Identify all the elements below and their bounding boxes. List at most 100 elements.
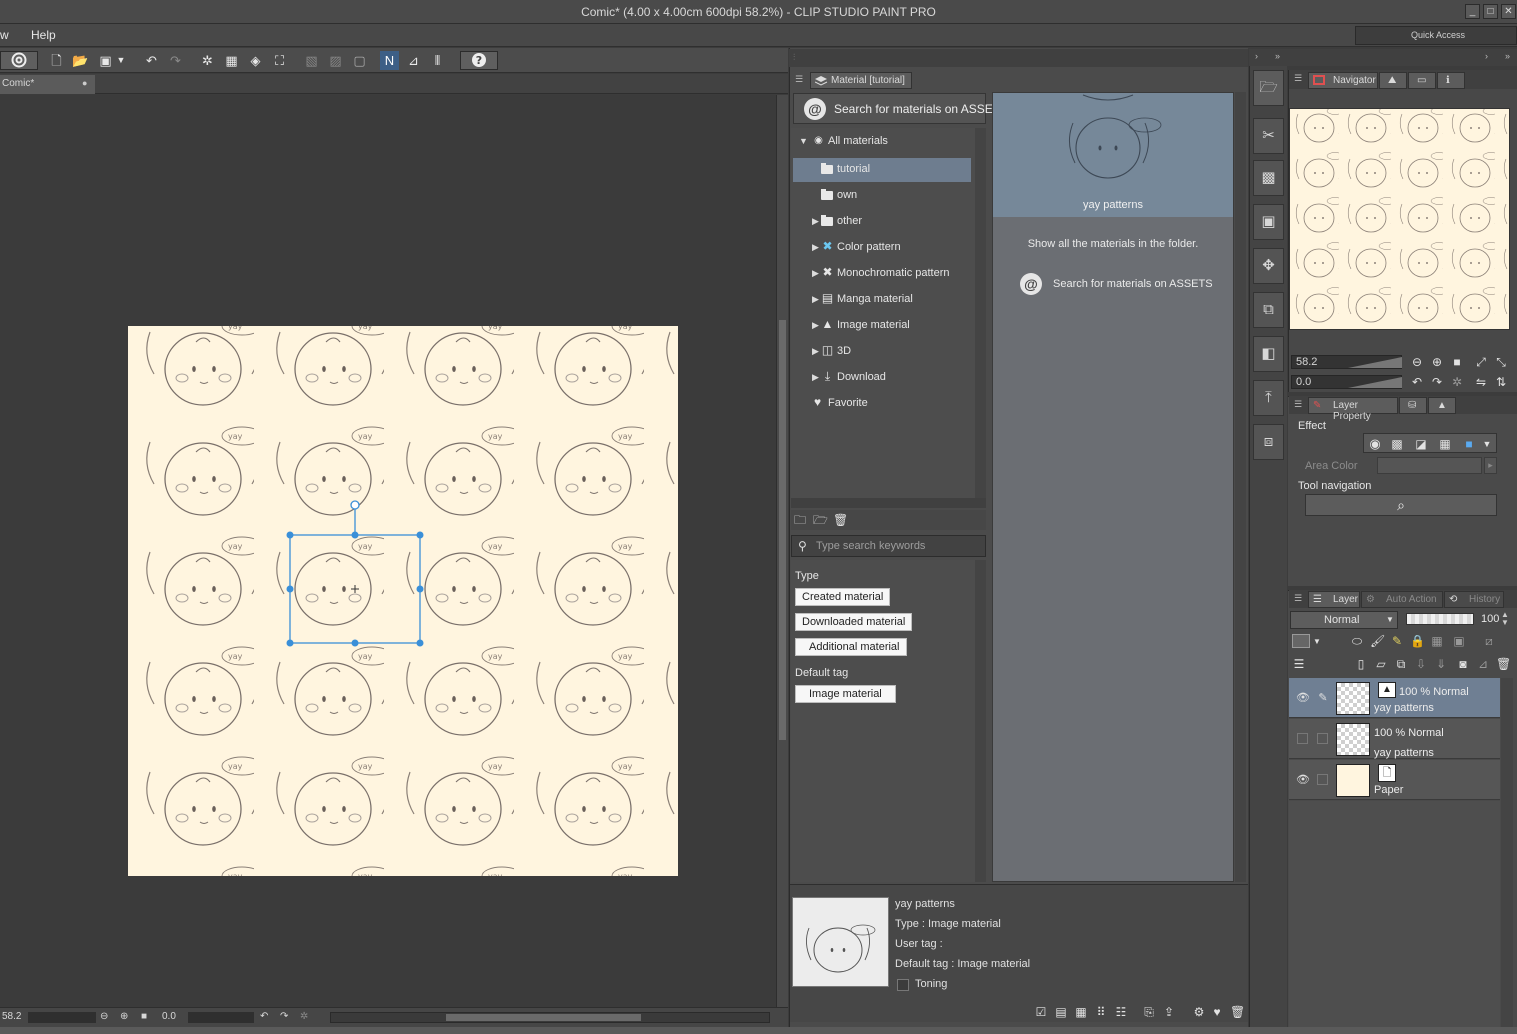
deselect-icon[interactable]: ▧ bbox=[302, 51, 321, 70]
delete-folder-icon[interactable]: 🗑 bbox=[833, 513, 848, 527]
effect-dropdown-icon[interactable]: ▼ bbox=[1480, 437, 1494, 451]
eye-hidden-icon[interactable] bbox=[1297, 733, 1308, 744]
assets-search-link[interactable]: @ Search for materials on ASSETS bbox=[1020, 271, 1220, 297]
new-folder-icon[interactable]: 🗀 bbox=[793, 513, 807, 527]
nav-flip-h-icon[interactable]: ⇋ bbox=[1474, 375, 1488, 389]
favorite-icon[interactable]: ♥ bbox=[1210, 1005, 1224, 1019]
navigator-preview[interactable] bbox=[1289, 108, 1510, 330]
menu-item-window[interactable]: w bbox=[0, 28, 9, 42]
layer-tab[interactable]: ☰ Layer bbox=[1308, 591, 1360, 608]
large-thumb-icon[interactable]: ▦ bbox=[1074, 1005, 1088, 1019]
zoom-in-icon[interactable]: ⊕ bbox=[120, 1011, 128, 1022]
maximize-button[interactable]: □ bbox=[1483, 4, 1498, 19]
color-set-icon[interactable]: ▣ bbox=[1253, 204, 1284, 240]
check-icon[interactable]: ☑ bbox=[1034, 1005, 1048, 1019]
panel-menu-icon[interactable]: ☰ bbox=[1294, 593, 1302, 604]
layer-row[interactable]: 👁 🗋 Paper bbox=[1289, 760, 1500, 800]
tool-property-tab[interactable]: ⛁ bbox=[1399, 397, 1427, 414]
tree-scrollbar[interactable] bbox=[975, 128, 986, 498]
canvas-vertical-scrollbar[interactable] bbox=[776, 95, 788, 1007]
tree-item-own[interactable]: own bbox=[793, 184, 971, 208]
canvas-horizontal-scrollbar[interactable] bbox=[330, 1012, 770, 1023]
blend-mode-select[interactable]: Normal ▼ bbox=[1290, 611, 1398, 629]
expand-arrow-icon[interactable]: ▼ bbox=[799, 136, 809, 146]
chip-additional-material[interactable]: Additional material bbox=[795, 638, 907, 656]
detail-view-icon[interactable]: ▤ bbox=[1054, 1005, 1068, 1019]
zoom-out-icon[interactable]: ⊖ bbox=[100, 1011, 108, 1022]
preview-scrollbar[interactable] bbox=[1235, 92, 1246, 882]
new-raster-layer-icon[interactable]: ▯ bbox=[1354, 657, 1368, 671]
snap-special-ruler-icon[interactable]: ⊿ bbox=[404, 51, 423, 70]
scrollbar-thumb[interactable] bbox=[779, 320, 786, 740]
eye-icon[interactable]: 👁 bbox=[1296, 691, 1310, 705]
dock-expand-icon-2[interactable]: › bbox=[1485, 51, 1488, 61]
small-thumb-icon[interactable]: ⠿ bbox=[1094, 1005, 1108, 1019]
save-dropdown-icon[interactable]: ▼ bbox=[115, 51, 127, 70]
chip-image-material[interactable]: Image material bbox=[795, 685, 896, 703]
layer-scrollbar[interactable] bbox=[1501, 678, 1513, 1027]
undo-icon[interactable]: ↶ bbox=[142, 51, 161, 70]
mask-enable-icon[interactable]: ▣ bbox=[1452, 634, 1466, 648]
selection-border-icon[interactable]: ▢ bbox=[350, 51, 369, 70]
ruler-enable-icon[interactable]: ⧄ bbox=[1482, 634, 1496, 648]
area-color-arrow-icon[interactable]: ▸ bbox=[1484, 457, 1497, 474]
chip-downloaded-material[interactable]: Downloaded material bbox=[795, 613, 913, 631]
edit-toggle-icon[interactable] bbox=[1317, 733, 1328, 744]
layer-list-icon[interactable]: ☰ bbox=[1292, 657, 1306, 671]
layer-color-swatch[interactable] bbox=[1292, 634, 1310, 648]
erase-selection-icon[interactable]: ◈ bbox=[246, 51, 265, 70]
tree-item-image-material[interactable]: ▶ ▲ Image material bbox=[793, 314, 971, 338]
ruler-icon[interactable]: ⊿ bbox=[1476, 657, 1490, 671]
dock-collapse-icon-2[interactable]: » bbox=[1505, 51, 1510, 61]
new-vector-layer-icon[interactable]: ▱ bbox=[1374, 657, 1388, 671]
help-icon[interactable]: ? bbox=[460, 51, 498, 70]
delete-icon[interactable]: 🗑 bbox=[1230, 1005, 1245, 1019]
color-slider-icon[interactable]: ▩ bbox=[1253, 160, 1284, 196]
tree-item-download[interactable]: ▶ ⤓ Download bbox=[793, 366, 971, 390]
tab-close-icon[interactable]: ● bbox=[82, 78, 87, 88]
chip-created-material[interactable]: Created material bbox=[795, 588, 891, 606]
transform-icon[interactable]: ⛶ bbox=[270, 51, 289, 70]
document-tab[interactable]: Comic* ● bbox=[0, 75, 95, 94]
opacity-stepper-icon[interactable]: ▲ ▼ bbox=[1501, 611, 1509, 627]
tree-item-3d[interactable]: ▶ ◫ 3D bbox=[793, 340, 971, 364]
minimize-button[interactable]: _ bbox=[1465, 4, 1480, 19]
dock-collapse-icon[interactable]: » bbox=[1275, 51, 1280, 61]
material-tab[interactable]: Material [tutorial] bbox=[810, 72, 912, 89]
nav-rotate-left-icon[interactable]: ↶ bbox=[1410, 375, 1424, 389]
tree-hscrollbar[interactable] bbox=[791, 498, 986, 508]
snap-grid-icon[interactable]: ⫴ bbox=[428, 51, 447, 70]
opacity-value[interactable]: 100 bbox=[1481, 613, 1499, 625]
new-folder-layer-icon[interactable]: ⧉ bbox=[1394, 657, 1408, 671]
add-folder-icon[interactable]: 🗁 bbox=[813, 513, 828, 527]
save-icon[interactable]: ▣ bbox=[96, 51, 115, 70]
auto-action-tab[interactable]: ⚙ Auto Action bbox=[1361, 591, 1443, 608]
tool-navigation-button[interactable]: ⌕ bbox=[1305, 494, 1497, 516]
material-thumbnail-selected[interactable]: yay patterns bbox=[993, 93, 1233, 217]
sub-view-icon[interactable]: ◧ bbox=[1253, 336, 1284, 372]
tree-item-monochromatic-pattern[interactable]: ▶ ✖ Monochromatic pattern bbox=[793, 262, 971, 286]
tree-item-all-materials[interactable]: ▼ ◉ All materials bbox=[793, 130, 973, 154]
navigator-tab[interactable]: Navigator bbox=[1308, 72, 1378, 89]
status-zoom-value[interactable]: 58.2 bbox=[2, 1011, 21, 1022]
settings-icon[interactable]: ⚙ bbox=[1192, 1005, 1206, 1019]
mask-icon[interactable]: ◙ bbox=[1456, 657, 1470, 671]
material-search-input[interactable]: ⚲ Type search keywords bbox=[791, 535, 986, 557]
navigator-zoom-slider[interactable]: 58.2 bbox=[1291, 355, 1402, 369]
nav-zoom-in-icon[interactable]: ⊕ bbox=[1430, 355, 1444, 369]
navigator-rotate-slider[interactable]: 0.0 bbox=[1291, 375, 1402, 389]
reference-layer-icon[interactable]: 🖌 bbox=[1370, 634, 1385, 648]
clear-icon[interactable]: ✲ bbox=[198, 51, 217, 70]
show-all-materials-link[interactable]: Show all the materials in the folder. bbox=[993, 238, 1233, 250]
layer-row[interactable]: 100 % Normal yay patterns bbox=[1289, 719, 1500, 759]
paste-to-canvas-icon[interactable]: ⎘ bbox=[1142, 1005, 1156, 1019]
opacity-slider[interactable] bbox=[1406, 613, 1474, 625]
eye-icon[interactable]: 👁 bbox=[1296, 773, 1310, 787]
properties-tab[interactable]: ℹ bbox=[1437, 72, 1465, 89]
area-color-swatch[interactable] bbox=[1377, 457, 1482, 474]
transform-bounding-box[interactable] bbox=[280, 495, 435, 655]
tag-scrollbar[interactable] bbox=[975, 560, 986, 882]
rotate-right-icon[interactable]: ↷ bbox=[280, 1011, 288, 1022]
list-view-icon[interactable]: ☷ bbox=[1114, 1005, 1128, 1019]
rotate-slider[interactable] bbox=[188, 1012, 254, 1023]
